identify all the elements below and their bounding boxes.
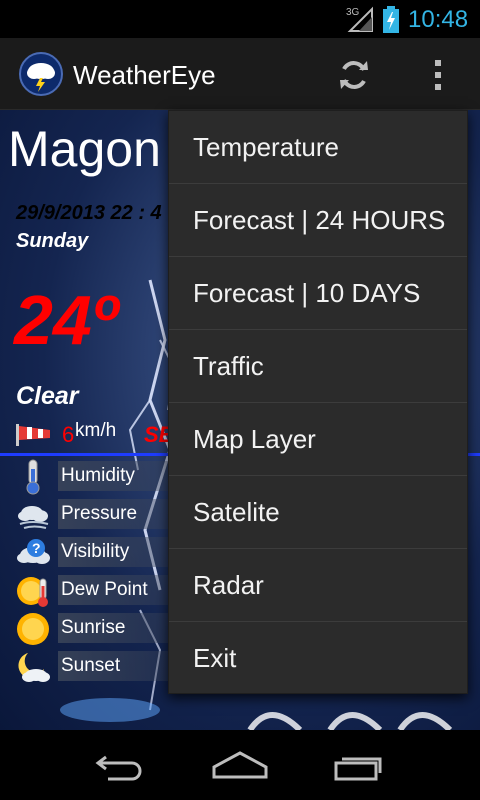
wind-info: 6 km/h SE [14,418,174,448]
overflow-popup-menu: Temperature Forecast | 24 HOURS Forecast… [168,110,468,694]
menu-item-forecast-10-days[interactable]: Forecast | 10 DAYS [169,257,467,330]
detail-sunset[interactable]: Sunset [0,648,170,686]
menu-item-forecast-24-hours[interactable]: Forecast | 24 HOURS [169,184,467,257]
menu-item-exit[interactable]: Exit [169,622,467,695]
svg-text:?: ? [32,540,41,556]
current-temperature: 24º [14,281,118,359]
detail-dew-point[interactable]: Dew Point [0,572,170,610]
recent-apps-button[interactable] [320,740,400,790]
detail-label: Humidity [61,465,135,486]
detail-label: Pressure [61,503,138,524]
menu-item-temperature[interactable]: Temperature [169,111,467,184]
detail-list: Humidity Pressure ? Visibility Dew Point… [0,458,170,686]
menu-item-radar[interactable]: Radar [169,549,467,622]
refresh-icon [340,61,368,89]
back-icon [95,755,142,781]
menu-item-map-layer[interactable]: Map Layer [169,403,467,476]
recent-apps-icon [334,757,382,781]
detail-label: Dew Point [61,579,148,600]
home-icon [212,751,268,779]
windsock-icon [16,424,50,446]
date-time: 29/9/2013 22 : 4 [16,202,162,224]
detail-humidity[interactable]: Humidity [0,458,170,496]
action-bar: WeatherEye [0,38,480,110]
back-button[interactable] [80,740,160,790]
status-bar: 3G 10:48 [0,0,480,38]
day-of-week: Sunday [16,230,89,252]
cloud-question-icon: ? [17,539,50,564]
status-clock: 10:48 [408,6,469,33]
wind-speed: 6 [62,422,75,447]
navigation-bar [0,730,480,800]
detail-label: Sunrise [61,617,126,638]
wind-unit: km/h [75,420,117,441]
detail-pressure[interactable]: Pressure [0,496,170,534]
overflow-menu-icon [435,60,441,66]
moon-cloud-icon [18,653,50,682]
network-type-label: 3G [346,7,360,18]
menu-item-satelite[interactable]: Satelite [169,476,467,549]
bottom-decoration [60,698,453,730]
home-button[interactable] [200,740,280,790]
city-name: Magon [8,121,161,177]
sun-icon [17,613,49,645]
menu-item-traffic[interactable]: Traffic [169,330,467,403]
app-title: WeatherEye [73,60,216,90]
detail-sunrise[interactable]: Sunrise [0,610,170,648]
detail-visibility[interactable]: ? Visibility [0,534,170,572]
battery-charging-icon [383,6,399,33]
detail-label: Visibility [61,541,130,562]
storm-cloud-icon[interactable] [19,52,63,96]
refresh-button[interactable] [330,54,378,96]
thermometer-icon [26,459,40,495]
signal-3g-icon: 3G [346,6,373,32]
detail-label: Sunset [61,655,121,676]
overflow-menu-button[interactable] [420,54,456,96]
sun-thermometer-icon [17,577,48,607]
cloud-wind-icon [18,506,49,529]
weather-condition: Clear [16,382,79,410]
